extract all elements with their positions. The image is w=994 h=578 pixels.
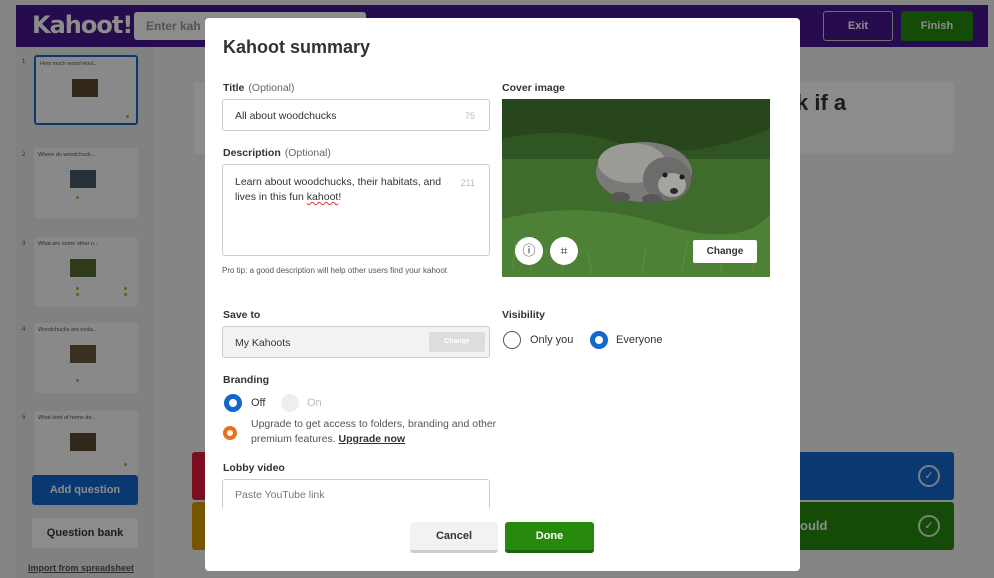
- misspelled-word: kahoot: [306, 191, 339, 203]
- dialog-title: Kahoot summary: [223, 37, 371, 57]
- description-label: Description (Optional): [223, 147, 331, 159]
- save-to-label: Save to: [223, 309, 261, 321]
- branding-label: Branding: [223, 374, 270, 386]
- cover-image: ⓘ ⌗ Change: [502, 99, 770, 277]
- lobby-video-input[interactable]: Paste YouTube link: [222, 479, 490, 509]
- save-to-change-button[interactable]: Change: [429, 332, 485, 352]
- cover-image-label: Cover image: [502, 82, 566, 94]
- description-text-end: !: [338, 191, 342, 203]
- save-to-field: My Kahoots Change: [222, 326, 490, 358]
- title-input[interactable]: All about woodchucks 75: [222, 99, 490, 131]
- pro-tip-text: Pro tip: a good description will help ot…: [222, 266, 448, 275]
- title-label-text: Title: [223, 82, 245, 94]
- optional-text: (Optional): [284, 147, 331, 159]
- save-to-value: My Kahoots: [235, 337, 291, 349]
- branding-on-label: On: [307, 397, 322, 409]
- visibility-everyone-label: Everyone: [616, 334, 663, 346]
- branding-off-radio[interactable]: [224, 394, 242, 412]
- description-textarea[interactable]: Learn about woodchucks, their habitats, …: [222, 164, 490, 256]
- branding-off-label: Off: [251, 397, 266, 409]
- kahoot-summary-dialog: Kahoot summary Title (Optional) All about…: [205, 18, 800, 571]
- cover-change-button[interactable]: Change: [693, 240, 757, 263]
- title-label: Title (Optional): [223, 82, 295, 94]
- title-value: All about woodchucks: [235, 110, 337, 122]
- optional-text: (Optional): [248, 82, 295, 94]
- upgrade-now-link[interactable]: Upgrade now: [339, 433, 406, 445]
- description-label-text: Description: [223, 147, 281, 159]
- visibility-label: Visibility: [502, 309, 545, 321]
- description-char-counter: 211: [460, 178, 475, 188]
- crop-icon[interactable]: ⌗: [550, 237, 578, 265]
- visibility-only-you-label: Only you: [530, 334, 574, 346]
- upgrade-message: Upgrade to get access to folders, brandi…: [251, 417, 501, 447]
- title-char-counter: 75: [464, 111, 475, 121]
- done-button[interactable]: Done: [505, 522, 594, 553]
- visibility-only-you-radio[interactable]: [503, 331, 521, 349]
- lobby-video-label: Lobby video: [223, 462, 285, 474]
- footer-divider: [205, 506, 800, 514]
- info-icon[interactable]: ⓘ: [515, 237, 543, 265]
- cancel-button[interactable]: Cancel: [410, 522, 498, 553]
- upgrade-icon: [223, 426, 237, 440]
- visibility-everyone-radio[interactable]: [590, 331, 608, 349]
- description-value: Learn about woodchucks, their habitats, …: [235, 175, 455, 205]
- branding-on-radio: [281, 394, 299, 412]
